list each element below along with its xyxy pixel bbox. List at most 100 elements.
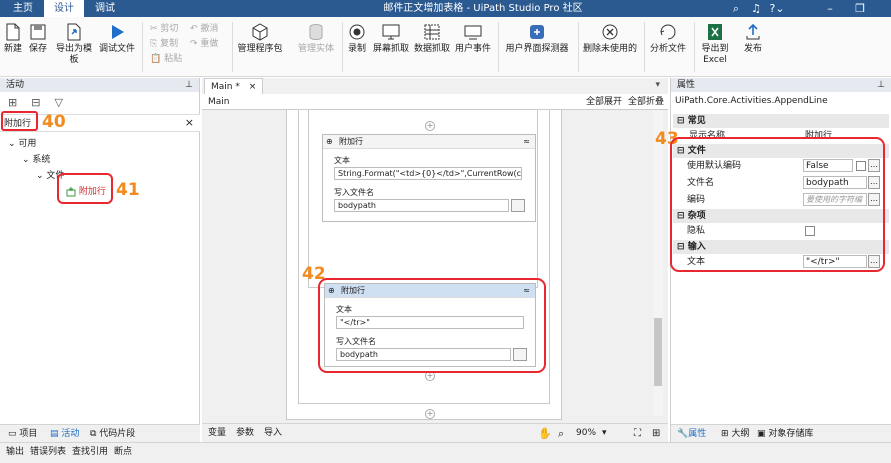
copy-button[interactable]: ⎘ 复制 <box>150 38 178 51</box>
collapse-all-link[interactable]: 全部折叠 <box>628 94 664 110</box>
append-line-activity-1[interactable]: ⊕ 附加行 ≈ 文本 String.Format("<td>{0}</td>",… <box>322 134 536 222</box>
remove-unused-button[interactable]: 删除未使用的 <box>582 19 638 75</box>
hand-icon[interactable]: ✋ <box>538 424 552 443</box>
user-events-icon <box>464 25 482 40</box>
tab-find-references[interactable]: 查找引用 <box>72 443 108 462</box>
add-activity-icon[interactable]: + <box>425 409 435 419</box>
close-icon[interactable]: × <box>249 82 257 92</box>
tab-project[interactable]: ▭ 项目 <box>8 425 37 443</box>
tab-snippets[interactable]: ⧉ 代码片段 <box>90 425 135 443</box>
redo-icon: ↷ <box>190 39 201 49</box>
tab-home[interactable]: 主页 <box>6 0 40 17</box>
user-events-label: 用户事件 <box>454 44 491 54</box>
tab-project-label: 项目 <box>19 429 38 439</box>
zoom-level[interactable]: 90% <box>576 424 596 443</box>
tab-debug[interactable]: 调试 <box>86 0 124 17</box>
minimize-icon[interactable]: – <box>822 0 838 17</box>
paste-label: 粘贴 <box>164 54 183 64</box>
tab-outline-label: 大纲 <box>731 429 750 439</box>
tab-design[interactable]: 设计 <box>44 0 84 17</box>
restore-icon[interactable]: ❐ <box>852 0 868 17</box>
help-icon[interactable]: ?⌄ <box>766 0 788 17</box>
scrollbar-thumb[interactable] <box>654 318 662 386</box>
add-activity-icon[interactable]: + <box>425 121 435 131</box>
folder-icon: ▭ <box>8 429 20 439</box>
breadcrumb[interactable]: Main <box>208 94 230 110</box>
user-events-button[interactable]: 用户事件 <box>454 19 492 75</box>
tree-node-available[interactable]: ⌄ 可用 <box>8 136 36 149</box>
new-button[interactable]: 新建 <box>2 19 24 75</box>
tab-breakpoints[interactable]: 断点 <box>114 443 132 462</box>
pin-icon[interactable]: ⊥ <box>877 78 885 92</box>
document-tab[interactable]: Main * × <box>204 78 264 94</box>
table-scrape-icon <box>424 24 440 40</box>
activity-1-file-input[interactable]: bodypath <box>334 199 509 212</box>
analyze-file-label: 分析文件 <box>649 44 686 54</box>
ribbon-separator <box>142 22 143 72</box>
undo-button[interactable]: ↶ 撤消 <box>190 23 218 36</box>
expand-all-icon[interactable]: ⊞ <box>8 96 17 109</box>
vertical-scrollbar[interactable] <box>653 110 663 416</box>
clear-search-icon[interactable]: × <box>185 116 194 129</box>
debug-file-button[interactable]: 调试文件 <box>98 19 136 75</box>
manage-packages-button[interactable]: 管理程序包 <box>236 19 284 75</box>
filter-icon[interactable]: ▽ <box>54 96 62 109</box>
save-button[interactable]: 保存 <box>26 19 50 75</box>
ui-explorer-button[interactable]: 用户界面探测器 <box>502 19 572 75</box>
zoom-dropdown-icon[interactable]: ▾ <box>602 424 607 443</box>
export-excel-button[interactable]: 导出到 Excel <box>698 19 732 75</box>
collapse-all-icon[interactable]: ⊟ <box>31 96 40 109</box>
copy-label: 复制 <box>160 39 179 49</box>
ribbon-separator <box>644 22 645 72</box>
tab-dropdown-icon[interactable]: ▾ <box>655 80 660 90</box>
tree-node-system[interactable]: ⌄ 系统 <box>22 152 50 165</box>
section-common[interactable]: ⊟ 常见 <box>673 114 889 128</box>
ribbon-separator <box>694 22 695 72</box>
analyze-file-button[interactable]: 分析文件 <box>648 19 688 75</box>
pin-icon[interactable]: ⊥ <box>185 78 193 92</box>
tab-activities[interactable]: ▤ 活动 <box>50 425 79 443</box>
zoom-icon[interactable]: ⌕ <box>558 424 564 443</box>
document-tab-label: Main * <box>211 82 240 92</box>
cut-button[interactable]: ✂ 剪切 <box>150 23 178 36</box>
annotation-box-activity <box>57 173 113 204</box>
outline-icon: ⊞ <box>721 429 732 439</box>
bell-icon[interactable]: ♫ <box>748 0 764 17</box>
activities-toolbar: ⊞ ⊟ ▽ <box>8 96 63 110</box>
tab-output[interactable]: 输出 <box>6 443 24 462</box>
paste-icon: 📋 <box>150 54 165 64</box>
publish-button[interactable]: 发布 <box>738 19 768 75</box>
screen-scraping-button[interactable]: 屏幕抓取 <box>372 19 410 75</box>
tab-error-list[interactable]: 错误列表 <box>30 443 66 462</box>
annotation-box-properties <box>670 137 885 272</box>
activity-1-text-input[interactable]: String.Format("<td>{0}</td>",CurrentRow(… <box>334 167 522 180</box>
ribbon-separator <box>232 22 233 72</box>
new-file-icon <box>6 23 20 41</box>
tab-variables[interactable]: 变量 <box>208 424 226 443</box>
analyze-icon <box>660 24 676 40</box>
tab-object-repository[interactable]: ▣ 对象存储库 <box>757 425 813 443</box>
collapse-icon[interactable]: ≈ <box>523 135 530 149</box>
play-icon <box>112 25 124 39</box>
fit-screen-icon[interactable]: ⛶ <box>634 424 641 443</box>
activity-1-file-label: 写入文件名 <box>334 188 374 197</box>
snippets-icon: ⧉ <box>90 429 100 439</box>
tab-outline[interactable]: ⊞ 大纲 <box>721 425 749 443</box>
tab-properties[interactable]: 🔧属性 <box>677 425 706 443</box>
overview-icon[interactable]: ⊞ <box>652 424 660 443</box>
export-template-button[interactable]: 导出为模板 <box>52 19 96 75</box>
paste-button[interactable]: 📋 粘贴 <box>150 53 182 66</box>
data-scraping-button[interactable]: 数据抓取 <box>412 19 452 75</box>
chevron-down-icon: ⌄ <box>36 171 47 181</box>
search-icon[interactable]: ⌕ <box>728 0 744 17</box>
undo-label: 撤消 <box>200 24 219 34</box>
manage-entities-button[interactable]: 管理实体 <box>296 19 336 75</box>
annotation-label-40: 40 <box>42 112 66 132</box>
tab-imports[interactable]: 导入 <box>264 424 282 443</box>
folder-browse-icon[interactable] <box>511 199 525 212</box>
redo-button[interactable]: ↷ 重做 <box>190 38 218 51</box>
ui-explorer-icon <box>530 25 544 39</box>
tab-arguments[interactable]: 参数 <box>236 424 254 443</box>
record-button[interactable]: 录制 <box>344 19 370 75</box>
expand-all-link[interactable]: 全部展开 <box>586 94 622 110</box>
